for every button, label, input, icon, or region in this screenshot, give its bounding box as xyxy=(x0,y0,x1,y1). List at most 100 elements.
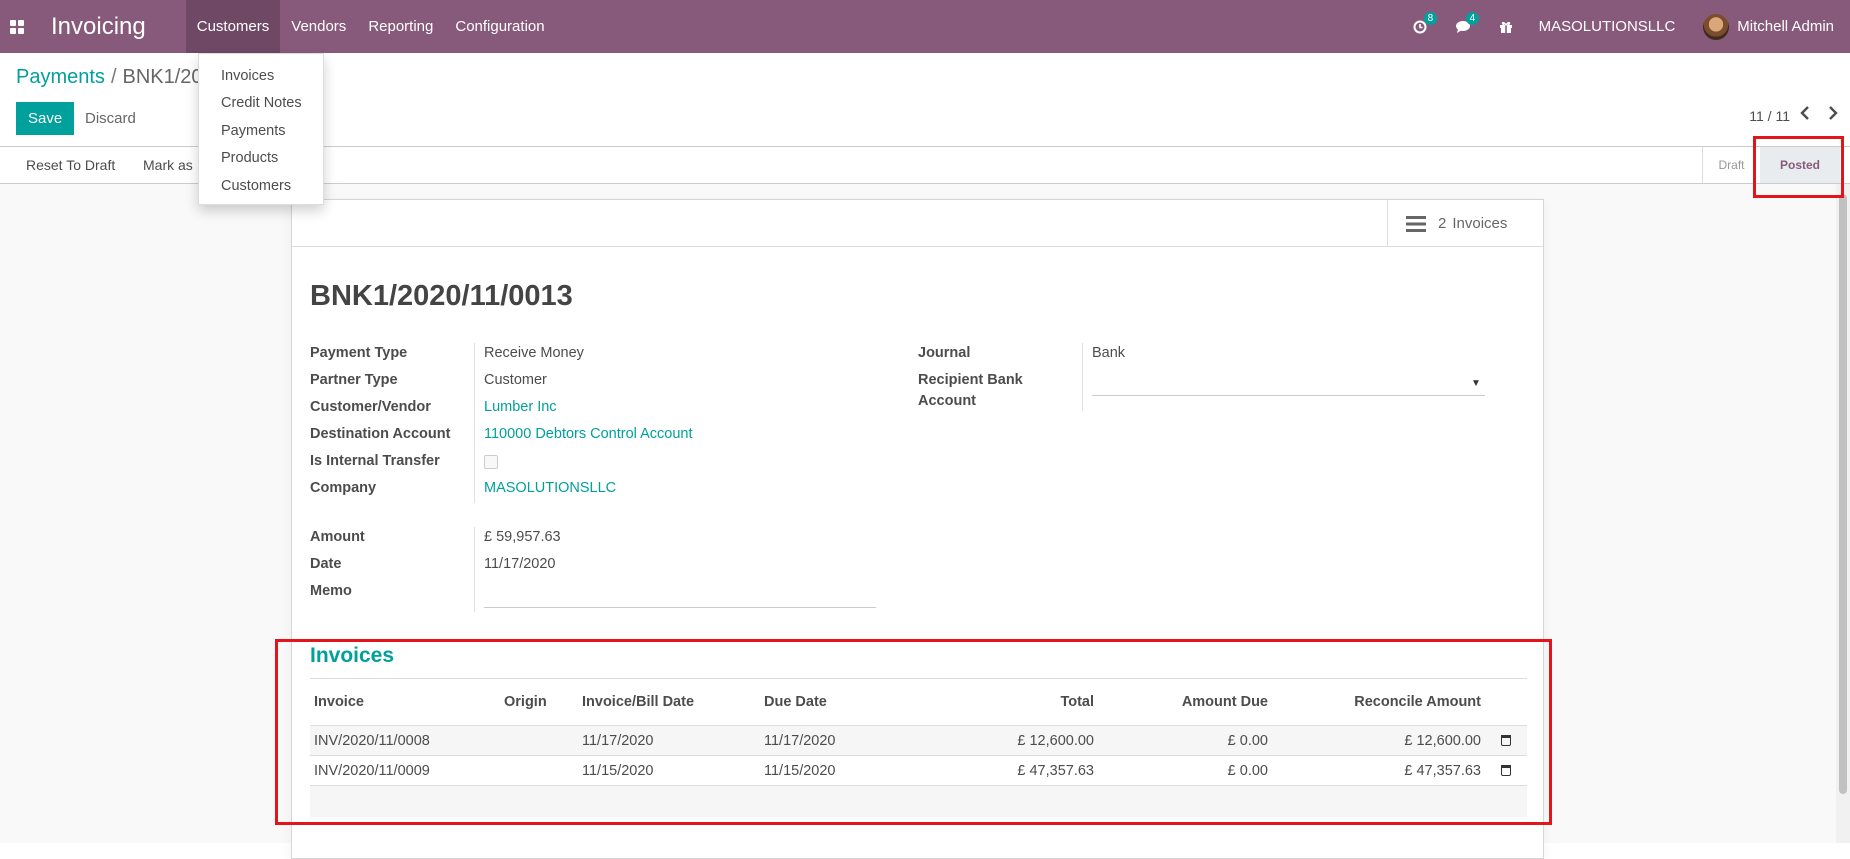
breadcrumb-separator: / xyxy=(110,66,117,88)
pager-previous-button[interactable] xyxy=(1800,104,1810,125)
table-header-row: Invoice Origin Invoice/Bill Date Due Dat… xyxy=(310,678,1527,726)
col-due-date[interactable]: Due Date xyxy=(760,678,890,726)
cell-total[interactable]: £ 12,600.00 xyxy=(890,725,1098,756)
cell-reconcile[interactable]: £ 47,357.63 xyxy=(1272,755,1485,786)
smart-button-box: 2 Invoices xyxy=(292,200,1543,247)
company-label: Company xyxy=(310,480,377,496)
menu-reporting[interactable]: Reporting xyxy=(357,0,444,53)
payment-type-value: Receive Money xyxy=(484,345,584,361)
cell-invoice-date[interactable]: 11/15/2020 xyxy=(578,755,760,786)
cell-due-date[interactable]: 11/15/2020 xyxy=(760,755,890,786)
recipient-bank-account-select[interactable] xyxy=(1092,395,1485,396)
chevron-right-icon xyxy=(1829,106,1838,120)
mark-as-button[interactable]: Mark as xyxy=(143,147,193,183)
activity-button[interactable]: 8 xyxy=(1413,11,1438,34)
cell-amount-due[interactable]: £ 0.00 xyxy=(1098,755,1272,786)
activity-count-badge: 8 xyxy=(1423,11,1438,25)
breadcrumb-payments[interactable]: Payments xyxy=(16,66,105,88)
table-row[interactable]: INV/2020/11/0009 11/15/2020 11/15/2020 £… xyxy=(310,755,1527,786)
scrollbar-thumb[interactable] xyxy=(1839,194,1847,794)
dropdown-item-products[interactable]: Products xyxy=(199,145,323,173)
cell-invoice[interactable]: INV/2020/11/0008 xyxy=(310,725,500,756)
reset-to-draft-button[interactable]: Reset To Draft xyxy=(26,147,115,183)
cell-invoice-date[interactable]: 11/17/2020 xyxy=(578,725,760,756)
menu-vendors[interactable]: Vendors xyxy=(280,0,357,53)
smart-button-label: Invoices xyxy=(1452,215,1508,232)
company-link[interactable]: MASOLUTIONSLLC xyxy=(484,480,616,496)
destination-account-link[interactable]: 110000 Debtors Control Account xyxy=(484,426,693,442)
dropdown-item-invoices[interactable]: Invoices xyxy=(199,62,323,90)
dropdown-item-payments[interactable]: Payments xyxy=(199,117,323,145)
customer-vendor-link[interactable]: Lumber Inc xyxy=(484,399,557,415)
date-label: Date xyxy=(310,556,342,572)
save-button[interactable]: Save xyxy=(16,102,75,135)
messages-button[interactable]: 4 xyxy=(1455,11,1480,34)
field-separator xyxy=(474,527,475,612)
breadcrumb-current: BNK1/20 xyxy=(122,66,203,88)
partner-type-value: Customer xyxy=(484,372,547,388)
amount-label: Amount xyxy=(310,529,365,545)
menu-configuration[interactable]: Configuration xyxy=(444,0,555,53)
table-row[interactable]: INV/2020/11/0008 11/17/2020 11/17/2020 £… xyxy=(310,725,1527,756)
trash-icon xyxy=(1501,735,1511,747)
gift-icon xyxy=(1499,21,1512,33)
journal-label: Journal xyxy=(918,345,971,361)
customers-dropdown-menu: Invoices Credit Notes Payments Products … xyxy=(198,53,324,205)
menu-customers[interactable]: Customers xyxy=(185,0,281,53)
top-navbar: Invoicing Customers Vendors Reporting Co… xyxy=(0,0,1850,53)
memo-input[interactable] xyxy=(484,607,876,608)
user-menu[interactable]: Mitchell Admin xyxy=(1737,18,1834,35)
pager-next-button[interactable] xyxy=(1828,104,1838,125)
invoices-table: Invoice Origin Invoice/Bill Date Due Dat… xyxy=(310,678,1527,817)
amount-value: £ 59,957.63 xyxy=(484,529,561,545)
cell-amount-due[interactable]: £ 0.00 xyxy=(1098,725,1272,756)
delete-row-button[interactable] xyxy=(1485,755,1527,786)
customer-vendor-label: Customer/Vendor xyxy=(310,399,431,415)
date-value: 11/17/2020 xyxy=(484,556,556,572)
recipient-bank-label-line1: Recipient Bank xyxy=(918,372,1023,388)
internal-transfer-checkbox[interactable] xyxy=(484,455,498,469)
user-avatar[interactable] xyxy=(1703,13,1730,40)
chevron-down-icon[interactable]: ▼ xyxy=(1471,378,1481,389)
cell-origin[interactable] xyxy=(500,725,578,756)
journal-value: Bank xyxy=(1092,345,1126,361)
cell-total[interactable]: £ 47,357.63 xyxy=(890,755,1098,786)
col-total[interactable]: Total xyxy=(890,678,1098,726)
cell-invoice[interactable]: INV/2020/11/0009 xyxy=(310,755,500,786)
smart-button-count: 2 xyxy=(1438,215,1447,232)
table-empty-row xyxy=(310,785,1527,817)
chevron-left-icon xyxy=(1800,106,1809,120)
col-origin[interactable]: Origin xyxy=(500,678,578,726)
apps-menu-button[interactable] xyxy=(0,0,34,53)
col-actions xyxy=(1485,678,1527,726)
delete-row-button[interactable] xyxy=(1485,725,1527,756)
navbar-systray: 8 4 MASOLUTIONSLLC Mitchell Admin xyxy=(1399,0,1850,53)
pager-value[interactable]: 11 / 11 xyxy=(1749,108,1790,124)
field-separator xyxy=(1082,343,1083,411)
form-sheet: 2 Invoices BNK1/2020/11/0013 Payment Typ… xyxy=(291,199,1544,859)
discard-button[interactable]: Discard xyxy=(85,102,136,135)
invoices-smart-button[interactable]: 2 Invoices xyxy=(1387,200,1543,247)
cell-origin[interactable] xyxy=(500,755,578,786)
col-reconcile-amount[interactable]: Reconcile Amount xyxy=(1272,678,1485,726)
gift-button[interactable] xyxy=(1499,20,1513,34)
main-menu: Customers Vendors Reporting Configuratio… xyxy=(185,0,556,53)
payment-type-label: Payment Type xyxy=(310,345,408,361)
col-invoice[interactable]: Invoice xyxy=(310,678,500,726)
record-title: BNK1/2020/11/0013 xyxy=(310,280,573,312)
stage-posted[interactable]: Posted xyxy=(1760,147,1840,183)
stage-draft[interactable]: Draft xyxy=(1702,147,1760,183)
cell-due-date[interactable]: 11/17/2020 xyxy=(760,725,890,756)
app-title[interactable]: Invoicing xyxy=(51,13,146,41)
recipient-bank-label-line2: Account xyxy=(918,393,976,409)
destination-account-label: Destination Account xyxy=(310,426,451,442)
message-count-badge: 4 xyxy=(1465,11,1480,25)
company-switcher[interactable]: MASOLUTIONSLLC xyxy=(1539,18,1676,35)
trash-icon xyxy=(1501,765,1511,777)
cell-reconcile[interactable]: £ 12,600.00 xyxy=(1272,725,1485,756)
col-amount-due[interactable]: Amount Due xyxy=(1098,678,1272,726)
dropdown-item-credit-notes[interactable]: Credit Notes xyxy=(199,90,323,118)
dropdown-item-customers[interactable]: Customers xyxy=(199,172,323,200)
page-scrollbar[interactable] xyxy=(1836,184,1850,843)
col-invoice-date[interactable]: Invoice/Bill Date xyxy=(578,678,760,726)
